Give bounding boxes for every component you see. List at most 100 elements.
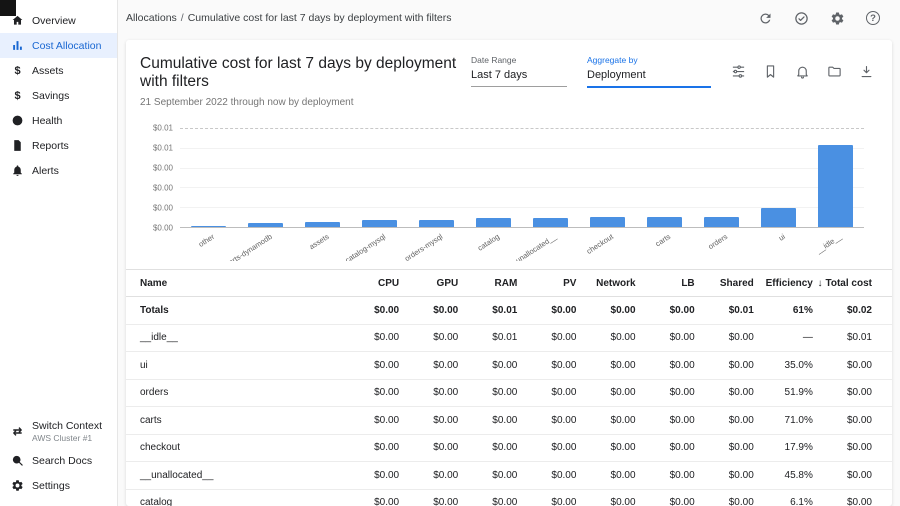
column-header-name[interactable]: Name xyxy=(140,278,340,289)
diagnostics-button[interactable] xyxy=(794,11,809,26)
chart-xaxis: othercarts-dynamodbassetscatalog-mysqlor… xyxy=(180,228,864,261)
table-row-catalog[interactable]: catalog$0.00$0.00$0.00$0.00$0.00$0.00$0.… xyxy=(126,490,892,506)
bar-__idle__[interactable] xyxy=(818,145,853,227)
date-range-select[interactable]: Date Range Last 7 days xyxy=(471,55,567,87)
bar-slot xyxy=(750,128,807,227)
folder-icon xyxy=(827,64,842,79)
y-tick-label: $0.00 xyxy=(153,164,173,173)
x-tick-slot: carts xyxy=(636,228,693,261)
sidebar-item-label: Savings xyxy=(32,90,69,102)
cell-cpu: $0.00 xyxy=(340,415,399,426)
bar-slot xyxy=(237,128,294,227)
help-button[interactable]: ? xyxy=(866,11,880,25)
table-row-__unallocated__[interactable]: __unallocated__$0.00$0.00$0.00$0.00$0.00… xyxy=(126,462,892,490)
x-tick-label: other xyxy=(197,232,216,249)
aggregate-by-value: Deployment xyxy=(587,69,711,88)
cell-pv: $0.00 xyxy=(517,442,576,453)
breadcrumb-page: Cumulative cost for last 7 days by deplo… xyxy=(188,12,452,24)
cell-lb: $0.00 xyxy=(636,332,695,343)
cell-ram: $0.00 xyxy=(458,387,517,398)
search-docs-button[interactable]: Search Docs xyxy=(0,448,117,473)
bar-carts[interactable] xyxy=(647,217,682,227)
global-settings-button[interactable] xyxy=(830,11,845,26)
breadcrumb-section[interactable]: Allocations xyxy=(126,12,177,24)
cell-efficiency: 35.0% xyxy=(754,360,813,371)
cell-efficiency: 51.9% xyxy=(754,387,813,398)
open-reports-button[interactable] xyxy=(827,64,842,79)
table-row-carts[interactable]: carts$0.00$0.00$0.00$0.00$0.00$0.00$0.00… xyxy=(126,407,892,435)
topbar: Allocations/Cumulative cost for last 7 d… xyxy=(118,0,900,36)
column-header-pv[interactable]: PV xyxy=(517,278,576,289)
cell-total: $0.00 xyxy=(813,497,872,506)
column-header-cpu[interactable]: CPU xyxy=(340,278,399,289)
bar-carts-dynamodb[interactable] xyxy=(248,223,283,227)
settings-button[interactable]: Settings xyxy=(0,473,117,498)
save-report-button[interactable] xyxy=(763,64,778,79)
cell-efficiency: 45.8% xyxy=(754,470,813,481)
sidebar-item-label: Assets xyxy=(32,65,64,77)
cell-shared: $0.01 xyxy=(695,305,754,316)
column-header-lb[interactable]: LB xyxy=(636,278,695,289)
report-subtitle: 21 September 2022 through now by deploym… xyxy=(140,97,471,108)
sidebar-item-savings[interactable]: $ Savings xyxy=(0,83,117,108)
table-row-__idle__[interactable]: __idle__$0.00$0.00$0.01$0.00$0.00$0.00$0… xyxy=(126,325,892,353)
x-tick-slot: other xyxy=(180,228,237,261)
bar-__unallocated__[interactable] xyxy=(533,218,568,228)
cell-gpu: $0.00 xyxy=(399,497,458,506)
cell-pv: $0.00 xyxy=(517,470,576,481)
help-icon: ? xyxy=(866,11,880,25)
sidebar-item-reports[interactable]: Reports xyxy=(0,133,117,158)
bar-other[interactable] xyxy=(191,226,226,227)
cell-lb: $0.00 xyxy=(636,305,695,316)
sidebar-item-health[interactable]: Health xyxy=(0,108,117,133)
aggregate-by-select[interactable]: Aggregate by Deployment xyxy=(587,55,711,88)
column-header-total-cost[interactable]: ↓Total cost xyxy=(813,278,872,289)
cell-ram: $0.01 xyxy=(458,305,517,316)
bell-icon xyxy=(795,64,810,79)
cell-name: Totals xyxy=(140,305,340,316)
cell-name: __unallocated__ xyxy=(140,470,340,481)
switch-context-button[interactable]: ⇄ Switch Context AWS Cluster #1 xyxy=(0,415,117,448)
table-row-orders[interactable]: orders$0.00$0.00$0.00$0.00$0.00$0.00$0.0… xyxy=(126,380,892,408)
cell-name: carts xyxy=(140,415,340,426)
cell-efficiency: 71.0% xyxy=(754,415,813,426)
edit-filters-button[interactable] xyxy=(731,64,746,79)
refresh-button[interactable] xyxy=(758,11,773,26)
column-header-efficiency[interactable]: Efficiency xyxy=(754,278,813,289)
bookmark-icon xyxy=(763,64,778,79)
sidebar: Overview Cost Allocation $ Assets $ Savi… xyxy=(0,0,118,506)
current-cluster-label: AWS Cluster #1 xyxy=(32,433,102,443)
column-header-gpu[interactable]: GPU xyxy=(399,278,458,289)
column-header-ram[interactable]: RAM xyxy=(458,278,517,289)
sidebar-item-alerts[interactable]: Alerts xyxy=(0,158,117,183)
table-row-Totals[interactable]: Totals$0.00$0.00$0.01$0.00$0.00$0.00$0.0… xyxy=(126,297,892,325)
bar-orders-mysql[interactable] xyxy=(419,220,454,227)
cell-cpu: $0.00 xyxy=(340,305,399,316)
bar-catalog[interactable] xyxy=(476,218,511,227)
bar-checkout[interactable] xyxy=(590,217,625,227)
chart-plot xyxy=(180,128,864,228)
download-button[interactable] xyxy=(859,64,874,79)
cell-ram: $0.00 xyxy=(458,442,517,453)
cell-cpu: $0.00 xyxy=(340,497,399,506)
column-header-network[interactable]: Network xyxy=(576,278,635,289)
alerts-button[interactable] xyxy=(795,64,810,79)
corner-artifact xyxy=(0,0,16,16)
sidebar-item-label: Health xyxy=(32,115,62,127)
cell-gpu: $0.00 xyxy=(399,360,458,371)
cell-total: $0.00 xyxy=(813,360,872,371)
bar-ui[interactable] xyxy=(761,208,796,227)
bar-assets[interactable] xyxy=(305,222,340,227)
x-tick-slot: checkout xyxy=(579,228,636,261)
column-header-shared[interactable]: Shared xyxy=(695,278,754,289)
bar-orders[interactable] xyxy=(704,217,739,227)
check-circle-icon xyxy=(794,11,809,26)
sidebar-item-cost-allocation[interactable]: Cost Allocation xyxy=(0,33,117,58)
bar-catalog-mysql[interactable] xyxy=(362,220,397,227)
table-row-ui[interactable]: ui$0.00$0.00$0.00$0.00$0.00$0.00$0.0035.… xyxy=(126,352,892,380)
sidebar-item-assets[interactable]: $ Assets xyxy=(0,58,117,83)
table-row-checkout[interactable]: checkout$0.00$0.00$0.00$0.00$0.00$0.00$0… xyxy=(126,435,892,463)
cell-efficiency: 17.9% xyxy=(754,442,813,453)
sidebar-item-overview[interactable]: Overview xyxy=(0,8,117,33)
cell-name: orders xyxy=(140,387,340,398)
